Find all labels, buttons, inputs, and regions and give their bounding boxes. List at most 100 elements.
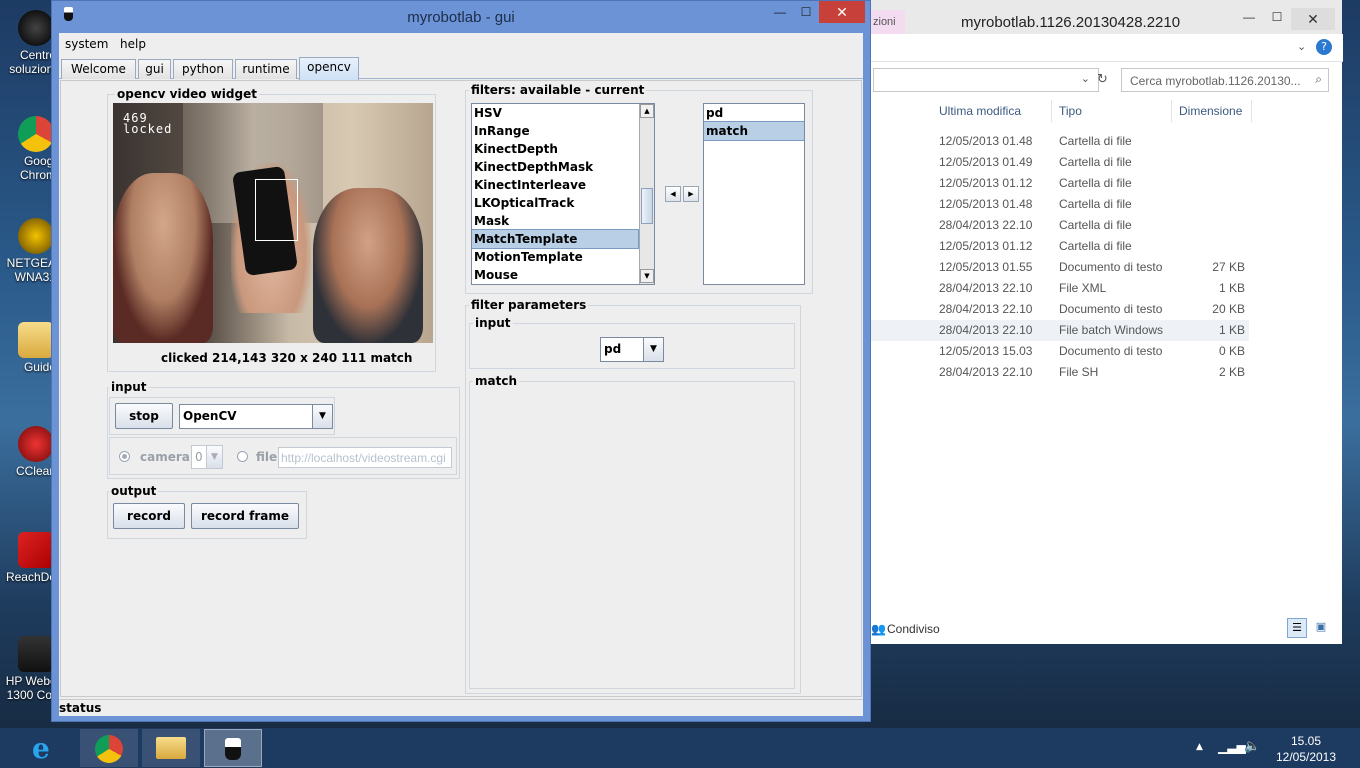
- camera-radio[interactable]: [119, 451, 130, 462]
- video-feed[interactable]: 469 locked: [113, 103, 433, 343]
- menu-system[interactable]: system: [65, 37, 108, 51]
- column-header-size[interactable]: Dimensione: [1179, 104, 1242, 118]
- file-row[interactable]: 12/05/2013 01.12 Cartella di file: [871, 236, 1249, 257]
- scroll-up-icon[interactable]: ▲: [640, 104, 654, 118]
- parameter-input-select[interactable]: pd ▼: [600, 337, 664, 362]
- file-modified: 12/05/2013 01.12: [939, 176, 1033, 190]
- available-filters-list[interactable]: HSV InRange KinectDepth KinectDepthMask Kine…: [471, 103, 655, 285]
- webcam-icon: [18, 636, 54, 672]
- current-filters-list[interactable]: pd match: [703, 103, 805, 285]
- desktop-icon-chrome[interactable]: Googl Chrom: [0, 116, 56, 182]
- tab-gui[interactable]: gui: [138, 59, 171, 79]
- minimize-button[interactable]: —: [1237, 10, 1261, 24]
- gui-titlebar[interactable]: myrobotlab - gui — ☐ ✕: [52, 1, 870, 33]
- current-filter-item[interactable]: match: [704, 121, 804, 141]
- available-filter-item[interactable]: KinectDepthMask: [472, 158, 638, 176]
- chevron-down-icon[interactable]: ⌄: [1081, 72, 1090, 85]
- desktop-icon-netgear[interactable]: NETGEA WNA31: [0, 218, 56, 284]
- tab-opencv[interactable]: opencv: [299, 57, 359, 80]
- clock-time[interactable]: 15.05: [1278, 734, 1334, 748]
- chevron-down-icon[interactable]: ▼: [312, 405, 332, 428]
- available-filter-item[interactable]: KinectInterleave: [472, 176, 638, 194]
- available-filter-item[interactable]: KinectDepth: [472, 140, 638, 158]
- file-modified: 12/05/2013 01.48: [939, 197, 1033, 211]
- file-row[interactable]: 28/04/2013 22.10 File batch Windows 1 KB: [871, 320, 1249, 341]
- column-header-modified[interactable]: Ultima modifica: [939, 104, 1021, 118]
- file-row[interactable]: 12/05/2013 15.03 Documento di testo 0 KB: [871, 341, 1249, 362]
- chevron-down-icon[interactable]: ⌄: [1297, 40, 1306, 53]
- clock-date[interactable]: 12/05/2013: [1272, 750, 1340, 764]
- column-header-type[interactable]: Tipo: [1059, 104, 1082, 118]
- file-row[interactable]: 12/05/2013 01.12 Cartella di file: [871, 173, 1249, 194]
- taskbar-ie-button[interactable]: e: [18, 729, 76, 767]
- tab-python[interactable]: python: [173, 59, 233, 79]
- record-frame-button[interactable]: record frame: [191, 503, 299, 529]
- available-filter-item[interactable]: InRange: [472, 122, 638, 140]
- add-filter-button[interactable]: ▶: [683, 186, 699, 202]
- address-bar[interactable]: ⌄: [873, 68, 1099, 92]
- explorer-title: myrobotlab.1126.20130428.2210: [961, 14, 1181, 31]
- camera-index-select[interactable]: 0 ▼: [191, 445, 223, 469]
- refresh-icon[interactable]: ↻: [1097, 72, 1108, 87]
- available-filter-item[interactable]: HSV: [472, 104, 638, 122]
- available-filter-item[interactable]: Mouse: [472, 266, 638, 284]
- file-row[interactable]: 28/04/2013 22.10 Documento di testo 20 KB: [871, 299, 1249, 320]
- myrobotlab-window[interactable]: myrobotlab - gui — ☐ ✕ system help Welco…: [51, 0, 871, 722]
- file-row[interactable]: 28/04/2013 22.10 Cartella di file: [871, 215, 1249, 236]
- available-filter-item[interactable]: Mask: [472, 212, 638, 230]
- file-row[interactable]: 28/04/2013 22.10 File XML 1 KB: [871, 278, 1249, 299]
- file-row[interactable]: 12/05/2013 01.48 Cartella di file: [871, 131, 1249, 152]
- file-row[interactable]: 12/05/2013 01.48 Cartella di file: [871, 194, 1249, 215]
- current-filter-item[interactable]: pd: [704, 104, 804, 122]
- available-filter-item[interactable]: LKOpticalTrack: [472, 194, 638, 212]
- available-filter-item[interactable]: MatchTemplate: [472, 229, 639, 249]
- maximize-button[interactable]: ☐: [1265, 10, 1289, 24]
- tab-runtime[interactable]: runtime: [235, 59, 297, 79]
- desktop-icon-folder[interactable]: Guido: [0, 322, 56, 374]
- details-view-icon[interactable]: ☰: [1287, 618, 1307, 638]
- chevron-down-icon[interactable]: ▼: [206, 446, 222, 468]
- remove-filter-button[interactable]: ◀: [665, 186, 681, 202]
- record-button[interactable]: record: [113, 503, 185, 529]
- minimize-button[interactable]: —: [768, 5, 792, 19]
- desktop-icon-reach[interactable]: ReachDe: [0, 532, 56, 584]
- ribbon-tab-fragment[interactable]: zioni: [871, 10, 905, 36]
- desktop-icon-hp[interactable]: Centro soluzioni: [0, 10, 56, 76]
- chevron-down-icon[interactable]: ▼: [643, 338, 663, 361]
- available-filter-item[interactable]: MotionTemplate: [472, 248, 638, 266]
- file-label: file: [256, 450, 278, 464]
- taskbar-explorer-button[interactable]: [142, 729, 200, 767]
- maximize-button[interactable]: ☐: [794, 5, 818, 19]
- help-icon[interactable]: ?: [1316, 39, 1332, 55]
- source-select[interactable]: OpenCV ▼: [179, 404, 333, 429]
- available-filters-scrollbar[interactable]: ▲ ▼: [639, 104, 654, 284]
- file-row[interactable]: 12/05/2013 01.49 Cartella di file: [871, 152, 1249, 173]
- scroll-down-icon[interactable]: ▼: [640, 269, 654, 283]
- show-hidden-icons-icon[interactable]: ▲: [1196, 742, 1203, 752]
- volume-icon[interactable]: 🔈: [1244, 739, 1260, 754]
- scroll-thumb[interactable]: [641, 188, 653, 224]
- taskbar-chrome-button[interactable]: [80, 729, 138, 767]
- tab-welcome[interactable]: Welcome: [61, 59, 136, 79]
- file-type: Cartella di file: [1059, 239, 1132, 253]
- ribbon-area: ⌄ ?: [861, 34, 1343, 62]
- file-row[interactable]: 12/05/2013 01.55 Documento di testo 27 KB: [871, 257, 1249, 278]
- reach-icon: [18, 532, 54, 568]
- close-button[interactable]: ✕: [1291, 8, 1335, 30]
- explorer-window[interactable]: zioni myrobotlab.1126.20130428.2210 — ☐ …: [860, 0, 1343, 644]
- file-row[interactable]: 28/04/2013 22.10 File SH 2 KB: [871, 362, 1249, 383]
- stop-button[interactable]: stop: [115, 403, 173, 429]
- search-input[interactable]: Cerca myrobotlab.1126.20130... ⌕: [1121, 68, 1329, 92]
- network-icon[interactable]: ▁▃▅: [1218, 740, 1246, 754]
- file-modified: 12/05/2013 01.48: [939, 134, 1033, 148]
- close-button[interactable]: ✕: [819, 1, 865, 23]
- large-icons-view-icon[interactable]: ▣: [1311, 618, 1331, 638]
- menu-help[interactable]: help: [120, 37, 146, 51]
- file-modified: 28/04/2013 22.10: [939, 302, 1033, 316]
- desktop-icon-ccleaner[interactable]: CClean: [0, 426, 56, 478]
- taskbar-java-button[interactable]: [204, 729, 262, 767]
- url-input[interactable]: http://localhost/videostream.cgi: [278, 447, 452, 468]
- desktop-icon-webcam[interactable]: HP Webc 1300 Cor: [0, 636, 56, 702]
- file-radio[interactable]: [237, 451, 248, 462]
- explorer-titlebar[interactable]: zioni myrobotlab.1126.20130428.2210 — ☐ …: [861, 0, 1342, 36]
